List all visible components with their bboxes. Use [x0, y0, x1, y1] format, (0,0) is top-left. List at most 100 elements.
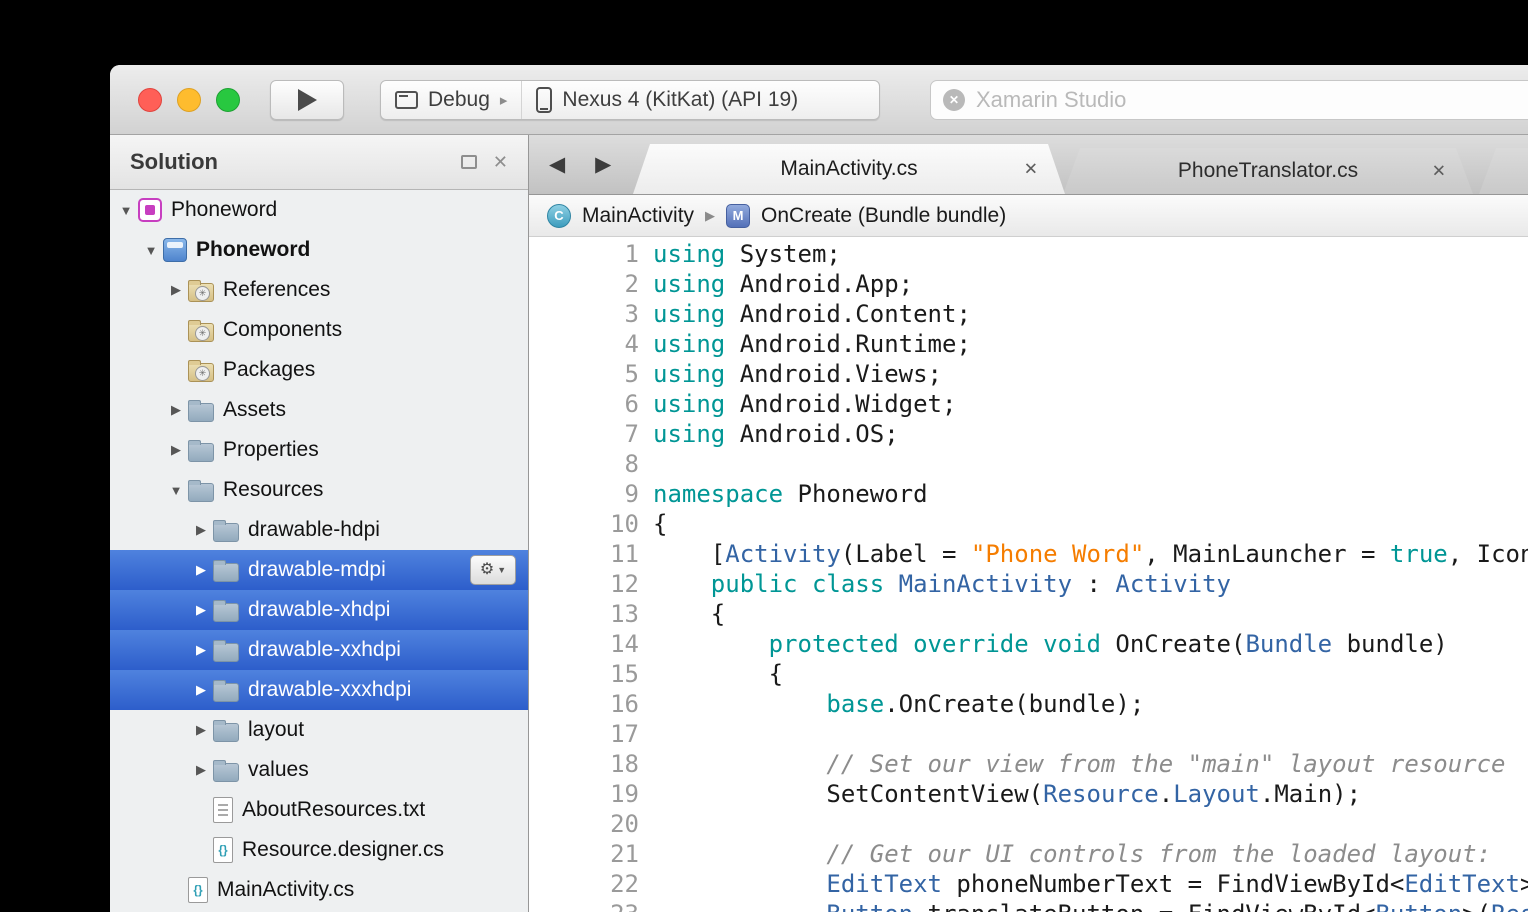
breadcrumb-member[interactable]: OnCreate (Bundle bundle)	[761, 204, 1006, 228]
tree-row[interactable]: ▼ Phoneword	[110, 230, 528, 270]
code-line: 22 EditText phoneNumberText = FindViewBy…	[529, 869, 1528, 899]
tree-row[interactable]: ▶ References	[110, 270, 528, 310]
code-text: EditText phoneNumberText = FindViewById<…	[653, 869, 1528, 899]
line-number: 18	[529, 749, 653, 779]
code-line: 14 protected override void OnCreate(Bund…	[529, 629, 1528, 659]
code-line: 8	[529, 449, 1528, 479]
zoom-window-button[interactable]	[216, 88, 240, 112]
expander-icon[interactable]: ▶	[164, 402, 188, 418]
code-text: SetContentView(Resource.Layout.Main);	[653, 779, 1361, 809]
tree-row[interactable]: ▶ drawable-xxxhdpi	[110, 670, 528, 710]
tree-row[interactable]: ▶ drawable-hdpi	[110, 510, 528, 550]
tab-close-icon[interactable]: ✕	[1432, 163, 1446, 180]
line-number: 21	[529, 839, 653, 869]
search-field[interactable]: ✕ Xamarin Studio	[930, 80, 1528, 120]
expander-icon[interactable]: ▶	[189, 642, 213, 658]
tree-row[interactable]: ▼ Phoneword	[110, 190, 528, 230]
code-line: 5 using Android.Views;	[529, 359, 1528, 389]
breadcrumb-class[interactable]: MainActivity	[582, 204, 694, 228]
expander-icon[interactable]: ▶	[189, 682, 213, 698]
line-number: 4	[529, 329, 653, 359]
code-line: 23 Button translateButton = FindViewById…	[529, 899, 1528, 912]
line-number: 9	[529, 479, 653, 509]
tree-row[interactable]: ▶ Properties	[110, 430, 528, 470]
code-text: using Android.Widget;	[653, 389, 956, 419]
traffic-lights	[110, 88, 240, 112]
folder-icon	[213, 683, 239, 702]
code-editor[interactable]: 1 using System; 2 using Android.App; 3 u…	[529, 237, 1528, 912]
search-placeholder: Xamarin Studio	[976, 87, 1126, 113]
tree-row[interactable]: MainActivity.cs	[110, 870, 528, 910]
tree-item-label: drawable-xxxhdpi	[248, 678, 411, 702]
tree-item-label: References	[223, 278, 330, 302]
expander-icon[interactable]: ▼	[114, 203, 138, 218]
folder-icon	[213, 523, 239, 542]
expander-icon[interactable]: ▶	[164, 282, 188, 298]
navigate-forward-button[interactable]: ▶	[595, 152, 611, 177]
run-button[interactable]	[270, 80, 344, 120]
line-number: 3	[529, 299, 653, 329]
tab-label: PhoneTranslator.cs	[1178, 159, 1358, 183]
device-selector[interactable]: Nexus 4 (KitKat) (API 19)	[522, 81, 812, 119]
solution-pad-header: Solution ✕	[110, 135, 528, 190]
line-number: 20	[529, 809, 653, 839]
tab-mainactivity[interactable]: MainActivity.cs ✕	[633, 144, 1065, 194]
class-icon: C	[547, 204, 571, 228]
auto-hide-icon[interactable]	[461, 155, 477, 169]
line-number: 11	[529, 539, 653, 569]
expander-icon[interactable]: ▼	[139, 243, 163, 258]
code-line: 2 using Android.App;	[529, 269, 1528, 299]
tab-phonetranslator[interactable]: PhoneTranslator.cs ✕	[1063, 148, 1473, 194]
line-number: 6	[529, 389, 653, 419]
gear-icon: ⚙	[480, 562, 494, 578]
tree-row[interactable]: AboutResources.txt	[110, 790, 528, 830]
expander-icon[interactable]: ▶	[189, 562, 213, 578]
nav-arrows: ◀ ▶	[529, 135, 611, 194]
tree-row[interactable]: Resource.designer.cs	[110, 830, 528, 870]
file-cs-icon	[213, 837, 233, 863]
tree-item-label: drawable-hdpi	[248, 518, 380, 542]
row-options-button[interactable]: ⚙ ▼	[470, 555, 516, 585]
tree-row[interactable]: ▶ drawable-xxhdpi	[110, 630, 528, 670]
tree-row[interactable]: ▶ drawable-mdpi ⚙ ▼	[110, 550, 528, 590]
expander-icon[interactable]: ▶	[189, 522, 213, 538]
tree-row[interactable]: Packages	[110, 350, 528, 390]
code-line: 16 base.OnCreate(bundle);	[529, 689, 1528, 719]
build-configuration-selector[interactable]: Debug ▸	[381, 81, 522, 119]
expander-icon[interactable]: ▶	[189, 722, 213, 738]
xamarin-studio-window: Debug ▸ Nexus 4 (KitKat) (API 19) ✕ Xama…	[110, 65, 1528, 912]
tree-row[interactable]: Components	[110, 310, 528, 350]
tree-row[interactable]: ▶ Assets	[110, 390, 528, 430]
code-text: using Android.Runtime;	[653, 329, 971, 359]
tree-row[interactable]: ▶ drawable-xhdpi	[110, 590, 528, 630]
minimize-window-button[interactable]	[177, 88, 201, 112]
navigate-back-button[interactable]: ◀	[549, 152, 565, 177]
code-text: namespace Phoneword	[653, 479, 928, 509]
close-window-button[interactable]	[138, 88, 162, 112]
code-line: 1 using System;	[529, 239, 1528, 269]
line-number: 15	[529, 659, 653, 689]
breadcrumb-separator-icon: ▶	[705, 208, 715, 224]
main-split: Solution ✕ ▼ Phoneword ▼ Phoneword ▶ Ref…	[110, 135, 1528, 912]
code-line: 21 // Get our UI controls from the loade…	[529, 839, 1528, 869]
tree-row[interactable]: ▼ Resources	[110, 470, 528, 510]
file-text-icon	[213, 797, 233, 823]
pad-close-icon[interactable]: ✕	[493, 153, 508, 171]
expander-icon[interactable]: ▶	[189, 762, 213, 778]
tree-item-label: layout	[248, 718, 304, 742]
expander-icon[interactable]: ▶	[164, 442, 188, 458]
tree-item-label: Phoneword	[171, 198, 277, 222]
expander-icon[interactable]: ▶	[189, 602, 213, 618]
tree-row[interactable]: ▶ values	[110, 750, 528, 790]
code-text: [Activity(Label = "Phone Word", MainLaun…	[653, 539, 1528, 569]
code-text: // Set our view from the "main" layout r…	[653, 749, 1506, 779]
code-text: {	[653, 599, 725, 629]
code-line: 18 // Set our view from the "main" layou…	[529, 749, 1528, 779]
expander-icon[interactable]: ▼	[164, 483, 188, 498]
code-line: 4 using Android.Runtime;	[529, 329, 1528, 359]
debug-config-icon	[395, 91, 418, 109]
tab-close-icon[interactable]: ✕	[1024, 161, 1038, 178]
tree-item-label: values	[248, 758, 309, 782]
code-line: 17	[529, 719, 1528, 749]
tree-row[interactable]: ▶ layout	[110, 710, 528, 750]
